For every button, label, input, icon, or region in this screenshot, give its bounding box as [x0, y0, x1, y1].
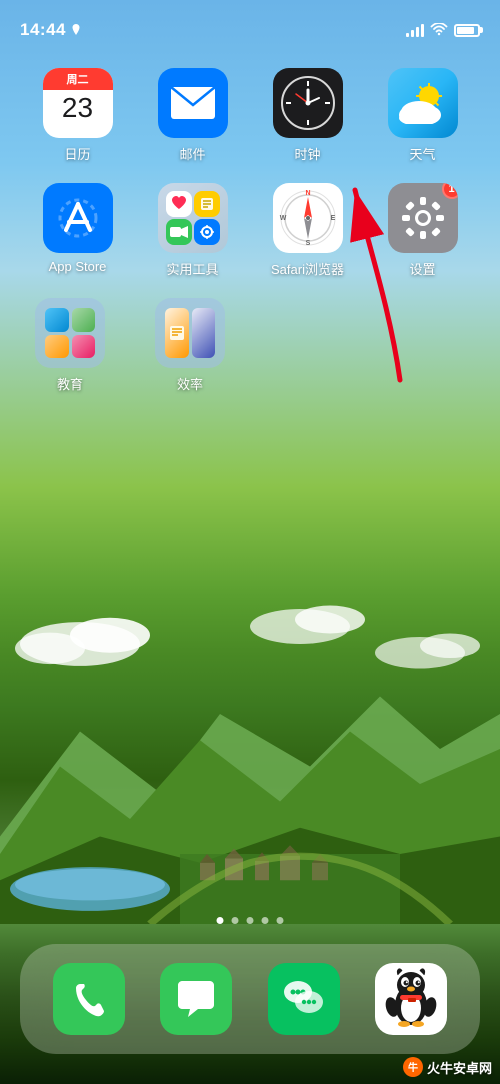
- battery-icon: [454, 24, 480, 37]
- efficiency-mini-grid: [155, 298, 225, 368]
- signal-bars: [406, 23, 424, 37]
- app-education-folder[interactable]: 教育: [25, 298, 115, 393]
- utilities-mini-grid: [158, 183, 228, 253]
- location-icon: [70, 24, 82, 36]
- mail-label: 邮件: [179, 144, 205, 163]
- appstore-label: App Store: [49, 259, 107, 274]
- status-icons: [406, 23, 480, 37]
- svg-text:E: E: [330, 215, 335, 222]
- calendar-day-label: 周二: [43, 68, 113, 90]
- svg-text:N: N: [305, 190, 310, 197]
- notes-mini-icon: [199, 196, 215, 212]
- settings-mini-icon: [199, 224, 215, 240]
- page-dot-3: [247, 917, 254, 924]
- phone-handset-svg: [68, 978, 110, 1020]
- clock-icon[interactable]: [273, 68, 343, 138]
- app-safari[interactable]: N S E W Safari浏览器: [263, 183, 353, 278]
- wechat-bubbles-svg: [281, 977, 327, 1021]
- settings-icon[interactable]: 1: [388, 183, 458, 253]
- app-row-1: 周二 23 日历 邮件: [20, 68, 480, 163]
- dock-messages[interactable]: [160, 963, 232, 1035]
- app-efficiency-folder[interactable]: 效率: [145, 298, 235, 393]
- settings-label: 设置: [409, 259, 435, 278]
- dock-qq[interactable]: [375, 963, 447, 1035]
- mail-envelope-icon: [171, 87, 215, 119]
- page-dot-1: [217, 917, 224, 924]
- status-time: 14:44: [20, 20, 66, 40]
- clock-face-svg: [281, 76, 335, 130]
- page-dot-2: [232, 917, 239, 924]
- mountain-background: [0, 574, 500, 924]
- app-weather[interactable]: 天气: [378, 68, 468, 163]
- utilities-icon[interactable]: [158, 183, 228, 253]
- dock-phone[interactable]: [53, 963, 125, 1035]
- calendar-icon[interactable]: 周二 23: [43, 68, 113, 138]
- wifi-icon: [430, 23, 448, 37]
- messages-bubble-svg: [174, 977, 218, 1021]
- svg-text:W: W: [279, 215, 286, 222]
- safari-icon[interactable]: N S E W: [273, 183, 343, 253]
- education-label: 教育: [57, 374, 83, 393]
- status-bar: 14:44: [0, 0, 500, 48]
- app-mail[interactable]: 邮件: [148, 68, 238, 163]
- app-row-3: 教育 效率: [20, 298, 480, 393]
- appstore-a-icon: [56, 196, 100, 240]
- mail-icon[interactable]: [158, 68, 228, 138]
- clock-label: 时钟: [294, 144, 320, 163]
- app-utilities[interactable]: 实用工具: [148, 183, 238, 278]
- calendar-date-number: 23: [62, 94, 93, 122]
- appstore-icon[interactable]: [43, 183, 113, 253]
- app-clock[interactable]: 时钟: [263, 68, 353, 163]
- phone-dock-icon[interactable]: [53, 963, 125, 1035]
- wechat-dock-icon[interactable]: [268, 963, 340, 1035]
- app-appstore[interactable]: App Store: [33, 183, 123, 278]
- page-dots: [217, 917, 284, 924]
- svg-text:S: S: [305, 240, 310, 247]
- page-dot-5: [277, 917, 284, 924]
- education-mini-grid: [35, 298, 105, 368]
- svg-text:牛: 牛: [408, 1061, 418, 1074]
- facetime-mini-icon: [170, 225, 188, 239]
- safari-label: Safari浏览器: [271, 259, 344, 278]
- efficiency-label: 效率: [177, 374, 203, 393]
- watermark-text: 火牛安卓网: [427, 1058, 492, 1077]
- weather-icon[interactable]: [388, 68, 458, 138]
- qq-penguin-svg: [382, 963, 440, 1031]
- safari-compass-svg: N S E W: [279, 189, 337, 247]
- efficiency-folder-icon[interactable]: [155, 298, 225, 368]
- folder-mini-notes: [169, 325, 185, 341]
- watermark-bull-icon: 牛: [402, 1056, 424, 1078]
- app-row-2: App Store: [20, 183, 480, 278]
- weather-cloud-sun-svg: [397, 82, 449, 124]
- health-mini-icon: [170, 195, 188, 213]
- messages-dock-icon[interactable]: [160, 963, 232, 1035]
- dock-wechat[interactable]: [268, 963, 340, 1035]
- app-calendar[interactable]: 周二 23 日历: [33, 68, 123, 163]
- dock: [20, 944, 480, 1054]
- settings-gear-svg: [400, 195, 446, 241]
- education-folder-icon[interactable]: [35, 298, 105, 368]
- calendar-label: 日历: [64, 144, 90, 163]
- qq-dock-icon[interactable]: [375, 963, 447, 1035]
- utilities-label: 实用工具: [166, 259, 218, 278]
- page-dot-4: [262, 917, 269, 924]
- app-grid: 周二 23 日历 邮件: [0, 58, 500, 423]
- weather-label: 天气: [409, 144, 435, 163]
- app-settings[interactable]: 1 设置: [378, 183, 468, 278]
- watermark: 牛 火牛安卓网: [402, 1056, 492, 1078]
